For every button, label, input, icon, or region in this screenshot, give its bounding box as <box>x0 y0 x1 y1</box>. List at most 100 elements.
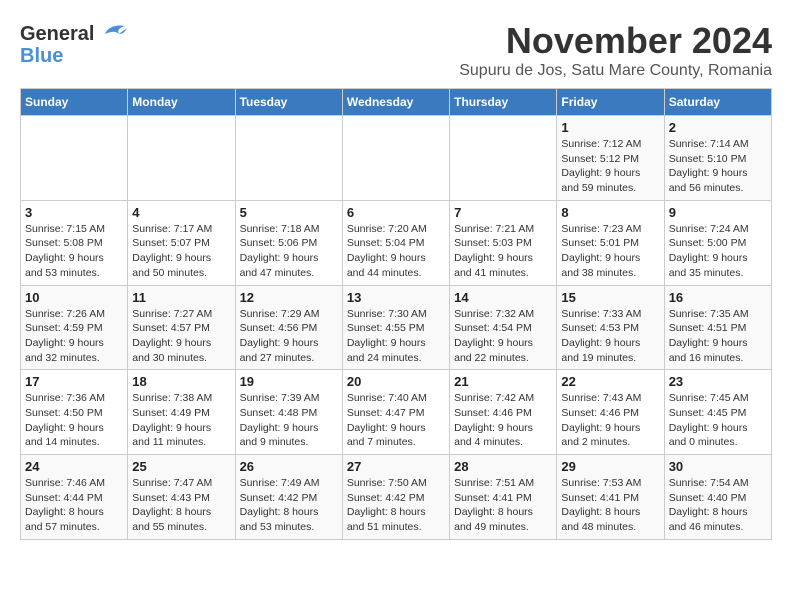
day-number: 10 <box>25 290 123 305</box>
calendar-cell <box>235 116 342 201</box>
day-number: 21 <box>454 374 552 389</box>
day-number: 3 <box>25 205 123 220</box>
day-number: 14 <box>454 290 552 305</box>
calendar-cell: 21Sunrise: 7:42 AMSunset: 4:46 PMDayligh… <box>450 370 557 455</box>
day-number: 24 <box>25 459 123 474</box>
calendar-cell: 28 Sunrise: 7:51 AMSunset: 4:41 PMDayligh… <box>450 455 557 540</box>
header-monday: Monday <box>128 89 235 116</box>
day-info: Sunrise: 7:32 AMSunset: 4:54 PMDaylight:… <box>454 307 552 366</box>
calendar-cell: 25 Sunrise: 7:47 AMSunset: 4:43 PMDayligh… <box>128 455 235 540</box>
day-info: Sunrise: 7:17 AMSunset: 5:07 PMDaylight:… <box>132 222 230 281</box>
logo-line1: General <box>20 23 94 45</box>
day-number: 11 <box>132 290 230 305</box>
logo-bird-icon <box>97 20 129 48</box>
day-info: Sunrise: 7:43 AMSunset: 4:46 PMDaylight:… <box>561 391 659 450</box>
calendar-cell: 1Sunrise: 7:12 AMSunset: 5:12 PMDaylight… <box>557 116 664 201</box>
day-number: 15 <box>561 290 659 305</box>
calendar-cell: 29Sunrise: 7:53 AMSunset: 4:41 PMDayligh… <box>557 455 664 540</box>
day-info: Sunrise: 7:30 AMSunset: 4:55 PMDaylight:… <box>347 307 445 366</box>
day-info: Sunrise: 7:23 AMSunset: 5:01 PMDaylight:… <box>561 222 659 281</box>
calendar-week-2: 3 Sunrise: 7:15 AMSunset: 5:08 PMDaylight… <box>21 200 772 285</box>
calendar-cell: 18 Sunrise: 7:38 AMSunset: 4:49 PMDayligh… <box>128 370 235 455</box>
day-number: 6 <box>347 205 445 220</box>
calendar-cell <box>128 116 235 201</box>
day-number: 20 <box>347 374 445 389</box>
day-info: Sunrise: 7:14 AMSunset: 5:10 PMDaylight:… <box>669 137 767 196</box>
header-friday: Friday <box>557 89 664 116</box>
day-number: 16 <box>669 290 767 305</box>
day-info: Sunrise: 7:26 AMSunset: 4:59 PMDaylight:… <box>25 307 123 366</box>
calendar-cell: 5Sunrise: 7:18 AMSunset: 5:06 PMDaylight… <box>235 200 342 285</box>
day-number: 27 <box>347 459 445 474</box>
calendar-cell: 30 Sunrise: 7:54 AMSunset: 4:40 PMDayligh… <box>664 455 771 540</box>
calendar-cell: 16 Sunrise: 7:35 AMSunset: 4:51 PMDayligh… <box>664 285 771 370</box>
day-info: Sunrise: 7:53 AMSunset: 4:41 PMDaylight:… <box>561 476 659 535</box>
day-info: Sunrise: 7:21 AMSunset: 5:03 PMDaylight:… <box>454 222 552 281</box>
day-info: Sunrise: 7:38 AMSunset: 4:49 PMDaylight:… <box>132 391 230 450</box>
day-info: Sunrise: 7:50 AMSunset: 4:42 PMDaylight:… <box>347 476 445 535</box>
day-number: 30 <box>669 459 767 474</box>
day-info: Sunrise: 7:18 AMSunset: 5:06 PMDaylight:… <box>240 222 338 281</box>
calendar-cell: 24 Sunrise: 7:46 AMSunset: 4:44 PMDayligh… <box>21 455 128 540</box>
day-info: Sunrise: 7:40 AMSunset: 4:47 PMDaylight:… <box>347 391 445 450</box>
day-info: Sunrise: 7:54 AMSunset: 4:40 PMDaylight:… <box>669 476 767 535</box>
calendar-cell: 26 Sunrise: 7:49 AMSunset: 4:42 PMDayligh… <box>235 455 342 540</box>
day-number: 18 <box>132 374 230 389</box>
header-wednesday: Wednesday <box>342 89 449 116</box>
day-number: 7 <box>454 205 552 220</box>
title-section: November 2024 Supuru de Jos, Satu Mare C… <box>459 20 772 80</box>
calendar-cell: 6 Sunrise: 7:20 AMSunset: 5:04 PMDaylight… <box>342 200 449 285</box>
header-tuesday: Tuesday <box>235 89 342 116</box>
calendar-cell: 8 Sunrise: 7:23 AMSunset: 5:01 PMDaylight… <box>557 200 664 285</box>
day-info: Sunrise: 7:36 AMSunset: 4:50 PMDaylight:… <box>25 391 123 450</box>
calendar-header-row: SundayMondayTuesdayWednesdayThursdayFrid… <box>21 89 772 116</box>
calendar-cell <box>21 116 128 201</box>
calendar-cell: 10 Sunrise: 7:26 AMSunset: 4:59 PMDayligh… <box>21 285 128 370</box>
calendar-cell: 2 Sunrise: 7:14 AMSunset: 5:10 PMDaylight… <box>664 116 771 201</box>
day-info: Sunrise: 7:45 AMSunset: 4:45 PMDaylight:… <box>669 391 767 450</box>
day-number: 8 <box>561 205 659 220</box>
day-info: Sunrise: 7:35 AMSunset: 4:51 PMDaylight:… <box>669 307 767 366</box>
page-header: General Blue November 2024 Supuru de Jos… <box>20 20 772 80</box>
logo: General Blue <box>20 20 129 66</box>
day-info: Sunrise: 7:12 AMSunset: 5:12 PMDaylight:… <box>561 137 659 196</box>
day-number: 22 <box>561 374 659 389</box>
calendar-table: SundayMondayTuesdayWednesdayThursdayFrid… <box>20 88 772 540</box>
day-info: Sunrise: 7:15 AMSunset: 5:08 PMDaylight:… <box>25 222 123 281</box>
day-number: 28 <box>454 459 552 474</box>
day-info: Sunrise: 7:33 AMSunset: 4:53 PMDaylight:… <box>561 307 659 366</box>
day-info: Sunrise: 7:47 AMSunset: 4:43 PMDaylight:… <box>132 476 230 535</box>
calendar-cell: 14 Sunrise: 7:32 AMSunset: 4:54 PMDayligh… <box>450 285 557 370</box>
day-info: Sunrise: 7:27 AMSunset: 4:57 PMDaylight:… <box>132 307 230 366</box>
calendar-cell: 9Sunrise: 7:24 AMSunset: 5:00 PMDaylight… <box>664 200 771 285</box>
day-info: Sunrise: 7:24 AMSunset: 5:00 PMDaylight:… <box>669 222 767 281</box>
day-info: Sunrise: 7:29 AMSunset: 4:56 PMDaylight:… <box>240 307 338 366</box>
calendar-cell: 17Sunrise: 7:36 AMSunset: 4:50 PMDayligh… <box>21 370 128 455</box>
header-saturday: Saturday <box>664 89 771 116</box>
day-number: 23 <box>669 374 767 389</box>
calendar-cell: 11 Sunrise: 7:27 AMSunset: 4:57 PMDayligh… <box>128 285 235 370</box>
page-subtitle: Supuru de Jos, Satu Mare County, Romania <box>459 62 772 80</box>
calendar-cell: 22 Sunrise: 7:43 AMSunset: 4:46 PMDayligh… <box>557 370 664 455</box>
logo-line2: Blue <box>20 46 129 66</box>
day-number: 2 <box>669 120 767 135</box>
calendar-cell: 3 Sunrise: 7:15 AMSunset: 5:08 PMDaylight… <box>21 200 128 285</box>
header-thursday: Thursday <box>450 89 557 116</box>
day-number: 25 <box>132 459 230 474</box>
calendar-week-4: 17Sunrise: 7:36 AMSunset: 4:50 PMDayligh… <box>21 370 772 455</box>
day-number: 26 <box>240 459 338 474</box>
page-title: November 2024 <box>459 20 772 62</box>
calendar-cell: 23 Sunrise: 7:45 AMSunset: 4:45 PMDayligh… <box>664 370 771 455</box>
day-info: Sunrise: 7:20 AMSunset: 5:04 PMDaylight:… <box>347 222 445 281</box>
day-info: Sunrise: 7:49 AMSunset: 4:42 PMDaylight:… <box>240 476 338 535</box>
calendar-week-3: 10 Sunrise: 7:26 AMSunset: 4:59 PMDayligh… <box>21 285 772 370</box>
calendar-cell <box>342 116 449 201</box>
calendar-cell: 20 Sunrise: 7:40 AMSunset: 4:47 PMDayligh… <box>342 370 449 455</box>
day-number: 19 <box>240 374 338 389</box>
day-info: Sunrise: 7:46 AMSunset: 4:44 PMDaylight:… <box>25 476 123 535</box>
calendar-cell: 4Sunrise: 7:17 AMSunset: 5:07 PMDaylight… <box>128 200 235 285</box>
day-info: Sunrise: 7:51 AMSunset: 4:41 PMDaylight:… <box>454 476 552 535</box>
calendar-week-5: 24 Sunrise: 7:46 AMSunset: 4:44 PMDayligh… <box>21 455 772 540</box>
calendar-cell: 27 Sunrise: 7:50 AMSunset: 4:42 PMDayligh… <box>342 455 449 540</box>
header-sunday: Sunday <box>21 89 128 116</box>
